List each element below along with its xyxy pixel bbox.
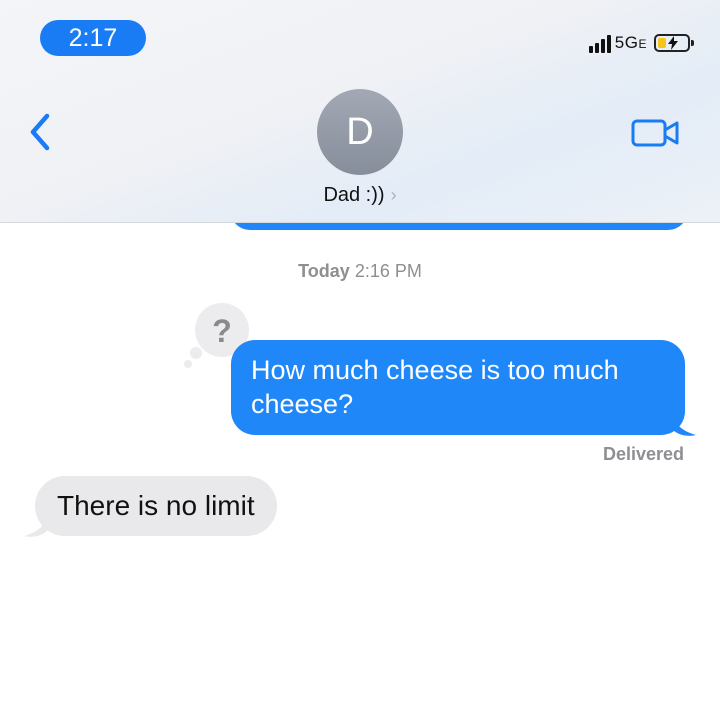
incoming-bubble-tail [24, 516, 48, 537]
incoming-message-bubble[interactable]: There is no limit [35, 476, 277, 536]
network-type: 5GE [614, 33, 647, 52]
message-timestamp: Today 2:16 PM [298, 261, 422, 281]
battery-icon [654, 34, 694, 52]
chevron-left-icon[interactable] [26, 110, 56, 154]
contact-name-label: Dad :)) [323, 184, 385, 206]
delivery-status: Delivered [602, 444, 684, 464]
contact-name[interactable]: Dad :)) › [0, 184, 720, 207]
avatar[interactable]: D [317, 89, 403, 175]
svg-text:?: ? [212, 313, 232, 349]
signal-bars-icon [588, 33, 611, 53]
conversation-header: 2:17 5GE D Dad :)) › [0, 0, 720, 223]
outgoing-message-bubble[interactable]: How much cheese is too much cheese? [231, 340, 685, 435]
status-time[interactable]: 2:17 [40, 20, 146, 56]
outgoing-bubble-tail [672, 415, 696, 436]
video-camera-icon[interactable] [631, 118, 681, 148]
chevron-right-icon: › [390, 185, 397, 205]
status-indicators: 5GE [588, 31, 694, 55]
